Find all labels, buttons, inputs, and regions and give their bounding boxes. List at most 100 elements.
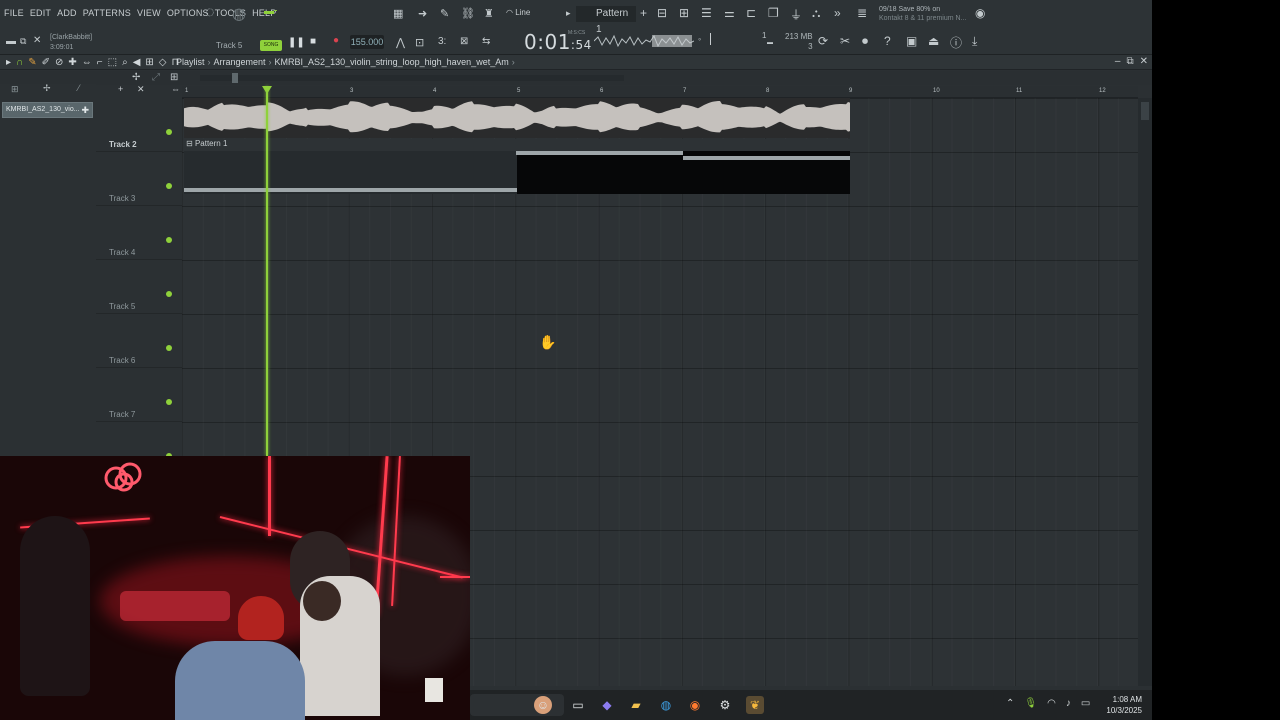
vertical-scrollbar[interactable] xyxy=(1138,98,1152,686)
pattern-selector[interactable]: Pattern 1 xyxy=(576,6,636,35)
draw-tool-icon[interactable]: ✎ xyxy=(28,57,36,68)
tray-chevron-icon[interactable]: ⌃ xyxy=(1006,698,1014,709)
file-explorer-icon[interactable]: ▰ xyxy=(627,696,645,714)
zoom-fit-icon[interactable]: ⤢ xyxy=(152,72,160,83)
volume-knob-icon[interactable]: ◍ xyxy=(232,4,246,24)
picker-link-icon[interactable]: ⁄ xyxy=(78,83,80,93)
arrow-right-icon[interactable]: ➜ xyxy=(418,7,427,20)
zoom-tool-icon[interactable]: ⌕ xyxy=(122,57,128,68)
settings-icon[interactable]: ⚙ xyxy=(716,696,734,714)
playhead[interactable] xyxy=(266,86,268,456)
track-enable-led[interactable] xyxy=(166,399,172,405)
track-enable-led[interactable] xyxy=(166,237,172,243)
save-icon[interactable]: ▣ xyxy=(906,34,917,48)
song-mode-button[interactable]: SONG xyxy=(260,40,282,51)
forward-icon[interactable]: » xyxy=(834,6,841,20)
picker-grid-icon[interactable]: ⊞ xyxy=(11,84,19,95)
track-header-5[interactable]: Track 5 xyxy=(96,260,182,314)
touch-keyboard-icon[interactable]: ⛬ xyxy=(812,6,820,21)
restore-icon[interactable]: ⧉ xyxy=(20,36,26,47)
playlist-icon[interactable]: ⊟ xyxy=(657,6,667,20)
picker-zoom-icon[interactable]: ✢ xyxy=(43,83,51,94)
breadcrumb-clip[interactable]: KMRBI_AS2_130_violin_string_loop_high_ha… xyxy=(275,57,509,67)
menu-file[interactable]: FILE xyxy=(4,8,24,18)
taskbar-clock[interactable]: 1:08 AM 10/3/2025 xyxy=(1106,694,1142,716)
microphone-icon[interactable]: ⏺ xyxy=(862,34,868,49)
news-panel[interactable]: 09/18 Save 80% on Kontakt 8 & 11 premium… xyxy=(879,5,966,23)
wait-input-icon[interactable]: ⊡ xyxy=(415,36,424,49)
add-pattern-icon[interactable]: + xyxy=(640,6,647,20)
select-tool-icon[interactable]: ⬚ xyxy=(108,57,117,68)
delete-tool-icon[interactable]: ⊘ xyxy=(55,57,63,68)
export-icon[interactable]: ⏏ xyxy=(928,34,939,48)
mute-tool-icon[interactable]: ✚ xyxy=(68,57,76,68)
play-small-icon[interactable]: ▸ xyxy=(566,8,571,19)
horizontal-scroll-thumb[interactable] xyxy=(232,73,238,83)
minimize-icon[interactable]: ▬ xyxy=(6,36,16,47)
tray-mic-icon[interactable]: 🎙 xyxy=(1024,698,1037,709)
cpu-dial-icon[interactable]: ◌ xyxy=(205,4,215,22)
playlist-maximize-icon[interactable]: ⧉ xyxy=(1126,56,1133,67)
taskbar-avatar-icon[interactable]: ☺ xyxy=(534,696,552,714)
track-enable-led[interactable] xyxy=(166,129,172,135)
piano-roll-icon[interactable]: ⊞ xyxy=(679,6,689,20)
expand-icon[interactable]: ⇔ xyxy=(171,84,180,94)
edge-icon[interactable]: ◍ xyxy=(657,696,675,714)
add-track-icon[interactable]: + xyxy=(118,84,123,94)
record-icon[interactable]: ● xyxy=(333,35,339,46)
menu-patterns[interactable]: PATTERNS xyxy=(83,8,131,18)
pause-icon[interactable]: ❚❚ xyxy=(288,37,305,48)
track-enable-led[interactable] xyxy=(166,291,172,297)
battery-icon[interactable]: ▭ xyxy=(1081,698,1090,709)
task-view-icon[interactable]: ▭ xyxy=(569,696,587,714)
close-picker-icon[interactable]: ✕ xyxy=(137,84,145,95)
zoom-horizontal-icon[interactable]: ✢ xyxy=(132,72,140,83)
paint-tool-icon[interactable]: ✐ xyxy=(42,57,50,68)
menu-edit[interactable]: EDIT xyxy=(30,8,51,18)
track-header-6[interactable]: Track 6 xyxy=(96,314,182,368)
playlist-close-icon[interactable]: ✕ xyxy=(1140,56,1148,67)
track-header-3[interactable]: Track 3 xyxy=(96,152,182,206)
menu-add[interactable]: ADD xyxy=(57,8,77,18)
breadcrumb-arrangement[interactable]: Arrangement xyxy=(214,57,266,67)
track-enable-led[interactable] xyxy=(166,183,172,189)
pitch-slider-icon[interactable]: ▬╴ xyxy=(264,6,280,17)
breadcrumb-playlist[interactable]: Playlist xyxy=(176,57,205,67)
snap-selector[interactable]: ◠ Line xyxy=(506,8,530,17)
app-icon[interactable]: ◆ xyxy=(598,696,616,714)
playback-tool-icon[interactable]: ◀ xyxy=(133,57,141,68)
browser-icon[interactable]: ⊏ xyxy=(746,6,756,20)
zoom-grid-icon[interactable]: ⊞ xyxy=(170,72,178,83)
globe-icon[interactable]: ◉ xyxy=(975,6,985,20)
wifi-icon[interactable]: ◠ xyxy=(1047,698,1056,709)
plugin-picker-icon[interactable]: ⏚ xyxy=(790,6,802,23)
play-icon[interactable]: ▸ xyxy=(6,57,11,68)
channel-rack-icon[interactable]: ☰ xyxy=(701,6,712,20)
menu-icon[interactable]: ◇ xyxy=(159,57,167,68)
plugin-database-icon[interactable]: ❐ xyxy=(768,6,779,20)
fl-studio-icon[interactable]: ❦ xyxy=(746,696,764,714)
track-header-7[interactable]: Track 7 xyxy=(96,368,182,422)
speaker-icon[interactable]: ♪ xyxy=(1066,698,1071,709)
info-icon[interactable]: ⓘ xyxy=(950,34,962,51)
mixer-icon[interactable]: ⚌ xyxy=(724,6,735,20)
menu-grid-icon[interactable]: ≣ xyxy=(857,6,867,20)
slice-tool-icon[interactable]: ⌐ xyxy=(97,57,103,68)
refresh-icon[interactable]: ⟳ xyxy=(818,34,828,48)
loop-record-icon[interactable]: ⊠ xyxy=(460,36,468,47)
link-icon[interactable]: ⛓ xyxy=(461,7,475,20)
menu-options[interactable]: OPTIONS xyxy=(167,8,209,18)
horizontal-scrollbar[interactable] xyxy=(200,75,624,81)
pattern-clip-header[interactable]: ⊟ Pattern 1 xyxy=(184,139,850,151)
pattern-clip[interactable] xyxy=(184,151,850,194)
slip-tool-icon[interactable]: ⇔ xyxy=(82,57,92,68)
picker-item-audio-clip[interactable]: KMRBI_AS2_130_vio... ✚ xyxy=(2,102,93,118)
tempo-display[interactable]: 155.000 xyxy=(350,35,384,49)
vertical-scroll-thumb[interactable] xyxy=(1141,102,1149,120)
help-icon[interactable]: ? xyxy=(884,34,891,48)
playlist-minimize-icon[interactable]: – xyxy=(1115,56,1121,67)
timeline-ruler[interactable]: 1 3 4 5 6 7 8 9 10 11 12 xyxy=(182,86,1138,98)
step-edit-icon[interactable]: ⇆ xyxy=(482,36,490,47)
close-icon[interactable]: ✕ xyxy=(33,35,41,46)
track-enable-led[interactable] xyxy=(166,345,172,351)
